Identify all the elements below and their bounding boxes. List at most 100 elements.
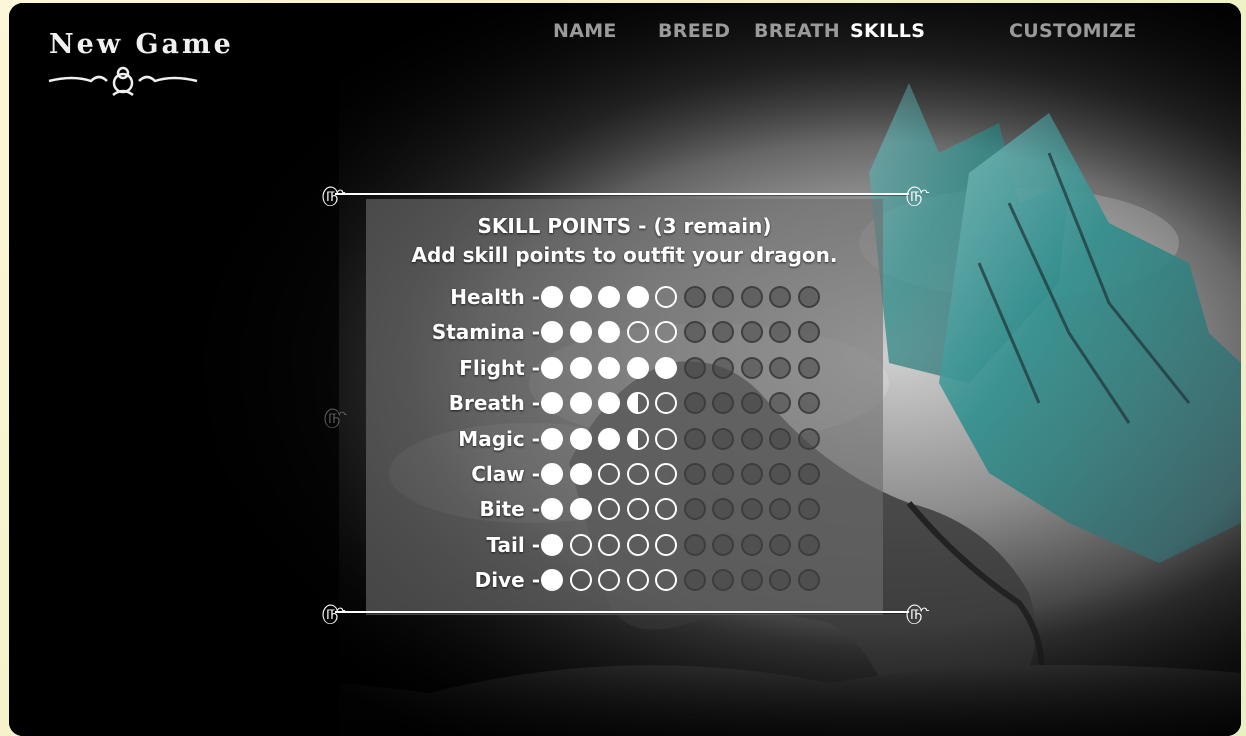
- skill-pip-full[interactable]: [598, 321, 620, 344]
- skill-pip-empty[interactable]: [655, 569, 677, 592]
- skill-label: Dive -: [474, 568, 540, 593]
- tab-breed[interactable]: BREED: [658, 20, 730, 42]
- skill-pip-locked: [797, 533, 820, 556]
- skill-pip-half[interactable]: [626, 427, 649, 450]
- skill-pip-locked: [740, 356, 763, 379]
- skill-pip-empty[interactable]: [626, 463, 649, 485]
- skill-pip-locked: [712, 463, 734, 485]
- logo-flourish-icon: [48, 66, 198, 97]
- skill-pip-full[interactable]: [569, 392, 592, 415]
- skill-pip-locked: [797, 463, 820, 485]
- skill-pip-full[interactable]: [541, 533, 563, 556]
- skill-row-health: Health -: [9, 285, 1241, 315]
- skill-pip-locked: [769, 392, 791, 415]
- skill-pip-empty[interactable]: [598, 533, 620, 556]
- skill-pip-empty[interactable]: [626, 321, 649, 344]
- skill-pip-full[interactable]: [598, 356, 620, 379]
- skill-pip-empty[interactable]: [655, 286, 677, 308]
- skill-pip-full[interactable]: [541, 463, 563, 485]
- skill-row-tail: Tail -: [9, 533, 1241, 563]
- skill-label: Bite -: [479, 497, 541, 522]
- skill-pip-locked: [797, 286, 820, 308]
- skill-pip-empty[interactable]: [655, 463, 677, 485]
- skill-pip-full[interactable]: [541, 427, 563, 450]
- skill-pip-locked: [740, 498, 763, 521]
- skill-pip-locked: [712, 533, 734, 556]
- skill-pip-full[interactable]: [541, 569, 563, 592]
- skill-pip-full[interactable]: [541, 392, 563, 415]
- skill-pip-locked: [740, 286, 763, 308]
- skill-pip-empty[interactable]: [655, 498, 677, 521]
- skill-label: Magic -: [458, 426, 540, 451]
- tab-breath[interactable]: BREATH: [754, 20, 840, 42]
- skill-label: Health -: [450, 285, 540, 309]
- skill-pip-full[interactable]: [569, 427, 592, 450]
- skill-pip-full[interactable]: [541, 498, 563, 521]
- skill-pip-empty[interactable]: [655, 427, 677, 450]
- skill-row-stamina: Stamina -: [9, 320, 1241, 350]
- skill-label: Flight -: [459, 355, 540, 380]
- tab-name[interactable]: NAME: [553, 20, 617, 42]
- skill-pip-locked: [797, 498, 820, 521]
- skill-pip-empty[interactable]: [626, 498, 649, 521]
- tab-skills[interactable]: SKILLS: [850, 20, 925, 42]
- skill-pip-locked: [797, 392, 820, 415]
- skill-label: Stamina -: [431, 320, 540, 345]
- skill-pip-empty[interactable]: [655, 321, 677, 344]
- skill-pip-locked: [712, 356, 734, 379]
- skill-pip-full[interactable]: [598, 392, 620, 415]
- skill-pip-full[interactable]: [626, 286, 649, 308]
- skill-pip-empty[interactable]: [598, 569, 620, 592]
- skill-pip-empty[interactable]: [598, 463, 620, 485]
- skill-pip-locked: [797, 321, 820, 344]
- skill-pip-full[interactable]: [541, 286, 563, 308]
- skill-pip-full[interactable]: [598, 427, 620, 450]
- skill-pip-locked: [740, 392, 763, 415]
- skill-pip-empty[interactable]: [655, 392, 677, 415]
- bottom-right-ornament-icon: ௹: [905, 600, 930, 624]
- skill-pip-locked: [712, 286, 734, 308]
- skill-pip-half[interactable]: [626, 392, 649, 415]
- skill-pip-empty[interactable]: [626, 569, 649, 592]
- skill-pip-full[interactable]: [569, 463, 592, 485]
- skill-pip-locked: [769, 427, 791, 450]
- skill-pip-locked: [683, 498, 706, 521]
- skill-pip-empty[interactable]: [598, 498, 620, 521]
- skill-pip-full[interactable]: [655, 356, 677, 379]
- skill-pip-full[interactable]: [598, 286, 620, 308]
- skill-pip-empty[interactable]: [626, 533, 649, 556]
- skill-pip-locked: [683, 356, 706, 379]
- skill-pip-empty[interactable]: [569, 533, 592, 556]
- tab-customize[interactable]: CUSTOMIZE: [1009, 20, 1137, 42]
- skill-pip-full[interactable]: [626, 356, 649, 379]
- skill-pip-locked: [740, 533, 763, 556]
- skill-pip-full[interactable]: [569, 356, 592, 379]
- skill-pip-empty[interactable]: [569, 569, 592, 592]
- skill-label: Tail -: [486, 532, 540, 557]
- skill-pip-locked: [769, 569, 791, 592]
- skill-pip-locked: [769, 321, 791, 344]
- skill-pip-full[interactable]: [569, 321, 592, 344]
- skill-pip-locked: [769, 533, 791, 556]
- skill-pip-locked: [683, 392, 706, 415]
- skill-pip-locked: [712, 498, 734, 521]
- skill-pip-locked: [712, 321, 734, 344]
- skill-pip-full[interactable]: [541, 321, 563, 344]
- skill-pip-locked: [740, 463, 763, 485]
- skill-pip-locked: [740, 569, 763, 592]
- skill-pip-locked: [769, 463, 791, 485]
- skill-pip-locked: [712, 392, 734, 415]
- top-divider: [335, 193, 909, 195]
- skill-pip-full[interactable]: [569, 498, 592, 521]
- skill-row-dive: Dive -: [9, 568, 1241, 598]
- bottom-divider: [335, 611, 909, 613]
- skill-label: Breath -: [448, 391, 540, 416]
- skill-pip-full[interactable]: [541, 356, 563, 379]
- skill-pip-locked: [683, 427, 706, 450]
- skill-pip-empty[interactable]: [655, 533, 677, 556]
- skill-pip-locked: [797, 569, 820, 592]
- top-left-ornament-icon: ௹: [321, 182, 346, 206]
- skill-pip-full[interactable]: [569, 286, 592, 308]
- skill-pip-locked: [683, 569, 706, 592]
- skill-pip-locked: [683, 463, 706, 485]
